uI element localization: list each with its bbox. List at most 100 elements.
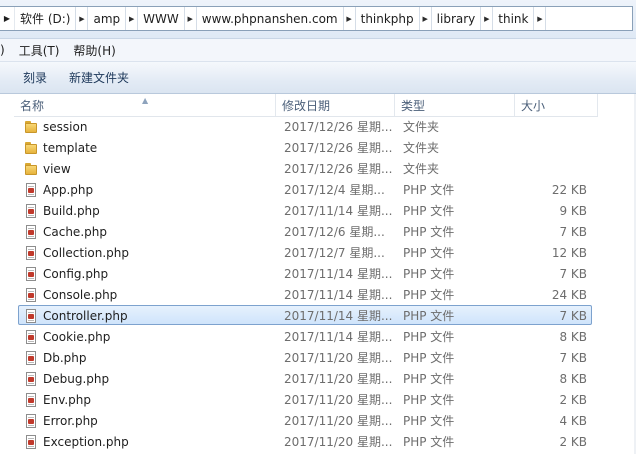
file-modified-date: 2017/12/4 星期... [284, 183, 385, 197]
file-name: Exception.php [43, 435, 129, 449]
file-name: Cookie.php [43, 330, 111, 344]
file-type: 文件夹 [403, 141, 440, 155]
php-file-icon [24, 309, 38, 323]
breadcrumb-amp[interactable]: amp [88, 12, 125, 26]
column-name-label: 名称 [20, 99, 45, 113]
file-row[interactable]: Exception.php 2017/11/20 星期... PHP 文件 2 KB [18, 431, 592, 451]
php-file-icon [24, 351, 38, 365]
folder-icon [24, 141, 38, 155]
file-row[interactable]: Collection.php 2017/12/7 星期... PHP 文件 12 KB [18, 242, 592, 262]
breadcrumb-separator-icon[interactable]: ▶ [342, 7, 356, 30]
file-modified-date: 2017/12/26 星期... [284, 120, 392, 134]
menu-item-tools[interactable]: 工具(T) [12, 42, 67, 59]
file-row[interactable]: Build.php 2017/11/14 星期... PHP 文件 9 KB [18, 200, 592, 220]
breadcrumb-library[interactable]: library [432, 12, 481, 26]
file-modified-date: 2017/11/20 星期... [284, 435, 392, 449]
file-modified-date: 2017/11/14 星期... [284, 267, 392, 281]
file-modified-date: 2017/11/20 星期... [284, 351, 392, 365]
file-name: Console.php [43, 288, 118, 302]
breadcrumb-separator-icon[interactable]: ▶ [75, 7, 89, 30]
file-modified-date: 2017/11/20 星期... [284, 372, 392, 386]
menu-bar: ) 工具(T) 帮助(H) [0, 39, 636, 62]
file-modified-date: 2017/11/14 星期... [284, 330, 392, 344]
column-header-type[interactable]: 类型 [395, 94, 515, 116]
php-file-icon [24, 267, 38, 281]
file-name: view [43, 162, 71, 176]
file-row[interactable]: Debug.php 2017/11/20 星期... PHP 文件 8 KB [18, 368, 592, 388]
column-header-name[interactable]: 名称 ▲ [14, 94, 276, 116]
file-name: session [43, 120, 88, 134]
file-type: PHP 文件 [403, 435, 455, 449]
file-name: Debug.php [43, 372, 110, 386]
file-size: 4 KB [559, 414, 587, 428]
file-size [517, 159, 587, 179]
folder-icon [24, 120, 38, 134]
file-size: 7 KB [559, 309, 587, 323]
file-size [517, 138, 587, 158]
file-type: PHP 文件 [403, 183, 455, 197]
breadcrumb-separator-icon[interactable]: ▶ [183, 7, 197, 30]
php-file-icon [24, 372, 38, 386]
file-type: PHP 文件 [403, 372, 455, 386]
php-file-icon [24, 246, 38, 260]
menu-item-partial[interactable]: ) [0, 43, 12, 57]
file-list: 名称 ▲ 修改日期 类型 大小 session 2017/12/26 星期... 文… [0, 94, 636, 454]
file-row[interactable]: session 2017/12/26 星期... 文件夹 [18, 116, 592, 136]
file-row[interactable]: Console.php 2017/11/14 星期... PHP 文件 24 KB [18, 284, 592, 304]
breadcrumb-think[interactable]: think [493, 12, 533, 26]
column-header-date[interactable]: 修改日期 [276, 94, 395, 116]
back-chevron-icon[interactable]: ▶ [0, 7, 15, 30]
php-file-icon [24, 393, 38, 407]
file-row[interactable]: App.php 2017/12/4 星期... PHP 文件 22 KB [18, 179, 592, 199]
file-row[interactable]: view 2017/12/26 星期... 文件夹 [18, 158, 592, 178]
file-type: PHP 文件 [403, 246, 455, 260]
sort-ascending-icon: ▲ [142, 96, 149, 105]
command-toolbar: 刻录 新建文件夹 [0, 62, 636, 94]
file-row[interactable]: Controller.php 2017/11/14 星期... PHP 文件 7 KB [18, 305, 592, 325]
file-row[interactable]: Cookie.php 2017/11/14 星期... PHP 文件 8 KB [18, 326, 592, 346]
column-header-row: 名称 ▲ 修改日期 类型 大小 [14, 94, 598, 117]
file-type: PHP 文件 [403, 288, 455, 302]
file-type: 文件夹 [403, 162, 440, 176]
file-size: 24 KB [551, 288, 587, 302]
file-size: 2 KB [559, 393, 587, 407]
php-file-icon [24, 183, 38, 197]
file-name: Controller.php [43, 309, 128, 323]
file-modified-date: 2017/11/20 星期... [284, 414, 392, 428]
breadcrumb-separator-icon[interactable]: ▶ [533, 7, 547, 30]
file-size: 7 KB [559, 267, 587, 281]
address-bar[interactable]: ▶ 软件 (D:) ▶ amp ▶ WWW ▶ www.phpnanshen.c… [0, 6, 633, 31]
file-type: PHP 文件 [403, 204, 455, 218]
breadcrumb-separator-icon[interactable]: ▶ [125, 7, 139, 30]
file-row[interactable]: Env.php 2017/11/20 星期... PHP 文件 2 KB [18, 389, 592, 409]
php-file-icon [24, 414, 38, 428]
breadcrumb-site[interactable]: www.phpnanshen.com [197, 12, 343, 26]
folder-icon [24, 162, 38, 176]
breadcrumb-separator-icon[interactable]: ▶ [480, 7, 494, 30]
file-row[interactable]: template 2017/12/26 星期... 文件夹 [18, 137, 592, 157]
php-file-icon [24, 435, 38, 449]
file-size: 7 KB [559, 225, 587, 239]
file-modified-date: 2017/12/6 星期... [284, 225, 385, 239]
address-bar-area: ▶ 软件 (D:) ▶ amp ▶ WWW ▶ www.phpnanshen.c… [0, 0, 636, 39]
file-row[interactable]: Error.php 2017/11/20 星期... PHP 文件 4 KB [18, 410, 592, 430]
menu-item-help[interactable]: 帮助(H) [66, 42, 122, 59]
file-name: Cache.php [43, 225, 107, 239]
file-type: PHP 文件 [403, 414, 455, 428]
new-folder-button[interactable]: 新建文件夹 [58, 69, 140, 86]
breadcrumb-drive[interactable]: 软件 (D:) [15, 10, 75, 27]
file-row[interactable]: Db.php 2017/11/20 星期... PHP 文件 7 KB [18, 347, 592, 367]
file-type: PHP 文件 [403, 351, 455, 365]
file-row[interactable]: Config.php 2017/11/14 星期... PHP 文件 7 KB [18, 263, 592, 283]
breadcrumb-separator-icon[interactable]: ▶ [418, 7, 432, 30]
file-modified-date: 2017/11/14 星期... [284, 204, 392, 218]
breadcrumb-www[interactable]: WWW [138, 12, 184, 26]
file-modified-date: 2017/11/14 星期... [284, 288, 392, 302]
file-type: PHP 文件 [403, 330, 455, 344]
file-row[interactable]: Cache.php 2017/12/6 星期... PHP 文件 7 KB [18, 221, 592, 241]
burn-button[interactable]: 刻录 [12, 69, 58, 86]
column-header-size[interactable]: 大小 [515, 94, 598, 116]
breadcrumb-thinkphp[interactable]: thinkphp [356, 12, 419, 26]
file-size: 7 KB [559, 351, 587, 365]
file-type: PHP 文件 [403, 309, 455, 323]
